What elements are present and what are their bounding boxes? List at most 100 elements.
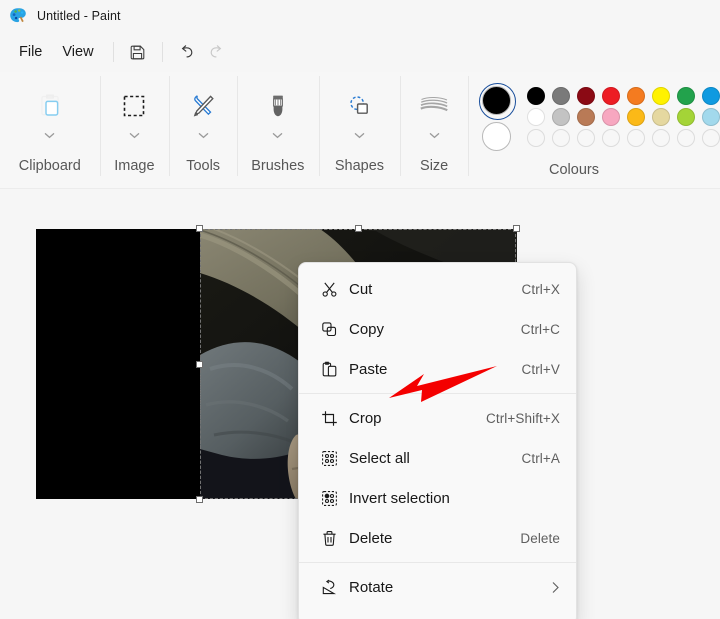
ribbon-label-image: Image: [114, 158, 155, 174]
size-lines-icon: [400, 84, 468, 128]
paint-window: Untitled - Paint File View Clipboard Ima…: [0, 0, 720, 619]
colour-swatch[interactable]: [702, 87, 720, 105]
context-menu-accel: Ctrl+Shift+X: [486, 410, 560, 426]
context-menu-label: Crop: [349, 409, 382, 427]
colour-swatch[interactable]: [702, 108, 720, 126]
selection-rectangle-icon: [100, 84, 170, 128]
title-bar: Untitled - Paint: [0, 0, 720, 32]
colour-swatch-empty[interactable]: [702, 129, 720, 147]
colour-swatch-empty[interactable]: [527, 129, 545, 147]
colour-swatch[interactable]: [552, 87, 570, 105]
palette-row-2: [527, 108, 720, 126]
chevron-down-icon[interactable]: [354, 128, 365, 142]
context-menu-item-rotate[interactable]: Rotate: [303, 567, 572, 607]
colour-swatch[interactable]: [627, 108, 645, 126]
colour-swatch[interactable]: [527, 87, 545, 105]
invert-selection-icon: [315, 490, 343, 507]
undo-icon[interactable]: [172, 39, 202, 65]
ribbon-group-shapes[interactable]: Shapes: [318, 72, 401, 189]
ribbon-group-image[interactable]: Image: [99, 72, 170, 189]
context-menu-label: Cut: [349, 280, 373, 298]
context-menu-accel: Ctrl+A: [521, 450, 560, 466]
context-menu-separator: [299, 562, 576, 563]
active-colour-swatches: [479, 83, 527, 151]
colour-swatch-empty[interactable]: [677, 129, 695, 147]
colour-palette: [527, 86, 720, 147]
chevron-down-icon[interactable]: [44, 128, 55, 142]
crop-icon: [315, 410, 343, 427]
colour-swatch[interactable]: [602, 108, 620, 126]
context-menu-item-copy[interactable]: Copy Ctrl+C: [303, 309, 572, 349]
select-all-icon: [315, 450, 343, 467]
ribbon-label-colours: Colours: [549, 162, 599, 178]
scissors-icon: [315, 281, 343, 298]
colour-swatch[interactable]: [627, 87, 645, 105]
chevron-down-icon[interactable]: [429, 128, 440, 142]
colour-swatch[interactable]: [652, 87, 670, 105]
menu-view[interactable]: View: [52, 40, 103, 64]
menu-strip: File View: [0, 32, 720, 72]
secondary-colour-swatch[interactable]: [482, 122, 511, 151]
chevron-down-icon[interactable]: [198, 128, 209, 142]
ribbon-group-size[interactable]: Size: [400, 72, 468, 189]
context-menu-item-cut[interactable]: Cut Ctrl+X: [303, 269, 572, 309]
rotate-icon: [315, 579, 343, 596]
context-menu-item-paste[interactable]: Paste Ctrl+V: [303, 349, 572, 389]
context-menu-accel: Ctrl+V: [521, 361, 560, 377]
menu-divider-1: [112, 42, 114, 62]
ribbon-label-clipboard: Clipboard: [18, 158, 81, 174]
colour-swatch-empty[interactable]: [577, 129, 595, 147]
redo-icon[interactable]: [202, 39, 232, 65]
paint-palette-icon: [9, 7, 27, 25]
ribbon-label-size: Size: [420, 158, 449, 174]
colour-swatch[interactable]: [652, 108, 670, 126]
context-menu-label: Paste: [349, 360, 388, 378]
context-menu-separator: [299, 393, 576, 394]
context-menu-label: Copy: [349, 320, 385, 338]
menu-file[interactable]: File: [9, 40, 52, 64]
chevron-down-icon[interactable]: [129, 128, 140, 142]
ribbon-label-brushes: Brushes: [251, 158, 305, 174]
colour-swatch-empty[interactable]: [552, 129, 570, 147]
save-icon[interactable]: [123, 39, 153, 65]
colour-swatch[interactable]: [602, 87, 620, 105]
menu-divider-2: [161, 42, 163, 62]
context-menu-item-delete[interactable]: Delete Delete: [303, 518, 572, 558]
context-menu-accel: Delete: [520, 530, 560, 546]
ribbon-group-clipboard[interactable]: Clipboard: [0, 72, 100, 189]
colour-swatch[interactable]: [552, 108, 570, 126]
clipboard-icon: [0, 84, 100, 128]
brush-icon: [237, 84, 319, 128]
context-menu-label: Select all: [349, 449, 410, 467]
ribbon-label-shapes: Shapes: [334, 158, 385, 174]
chevron-down-icon[interactable]: [272, 128, 283, 142]
context-menu-label: Invert selection: [349, 489, 450, 507]
context-menu-label: Rotate: [349, 578, 394, 596]
ribbon-group-tools[interactable]: Tools: [169, 72, 237, 189]
colour-swatch-empty[interactable]: [627, 129, 645, 147]
context-menu-accel: Ctrl+C: [520, 321, 560, 337]
colour-swatch-empty[interactable]: [652, 129, 670, 147]
colour-swatch-empty[interactable]: [602, 129, 620, 147]
colour-swatch[interactable]: [577, 108, 595, 126]
palette-row-3: [527, 129, 720, 147]
context-menu-item-flip[interactable]: Flip: [303, 607, 572, 619]
context-menu-item-invert-selection[interactable]: Invert selection: [303, 478, 572, 518]
colour-swatch[interactable]: [677, 108, 695, 126]
window-title: Untitled - Paint: [37, 9, 121, 23]
colour-swatch[interactable]: [677, 87, 695, 105]
context-menu-item-crop[interactable]: Crop Ctrl+Shift+X: [303, 398, 572, 438]
palette-row-1: [527, 87, 720, 105]
ribbon-group-brushes[interactable]: Brushes: [236, 72, 319, 189]
context-menu-accel: Ctrl+X: [521, 281, 560, 297]
trash-icon: [315, 530, 343, 547]
colour-swatch[interactable]: [577, 87, 595, 105]
colour-swatch[interactable]: [527, 108, 545, 126]
context-menu-label: Delete: [349, 529, 393, 547]
pencil-brush-icon: [169, 84, 237, 128]
paste-icon: [315, 361, 343, 378]
copy-icon: [315, 321, 343, 338]
context-menu-item-select-all[interactable]: Select all Ctrl+A: [303, 438, 572, 478]
primary-colour-swatch[interactable]: [479, 83, 516, 120]
ribbon-toolbar: Clipboard Image Tools Brushes Shapes Siz…: [0, 72, 720, 189]
